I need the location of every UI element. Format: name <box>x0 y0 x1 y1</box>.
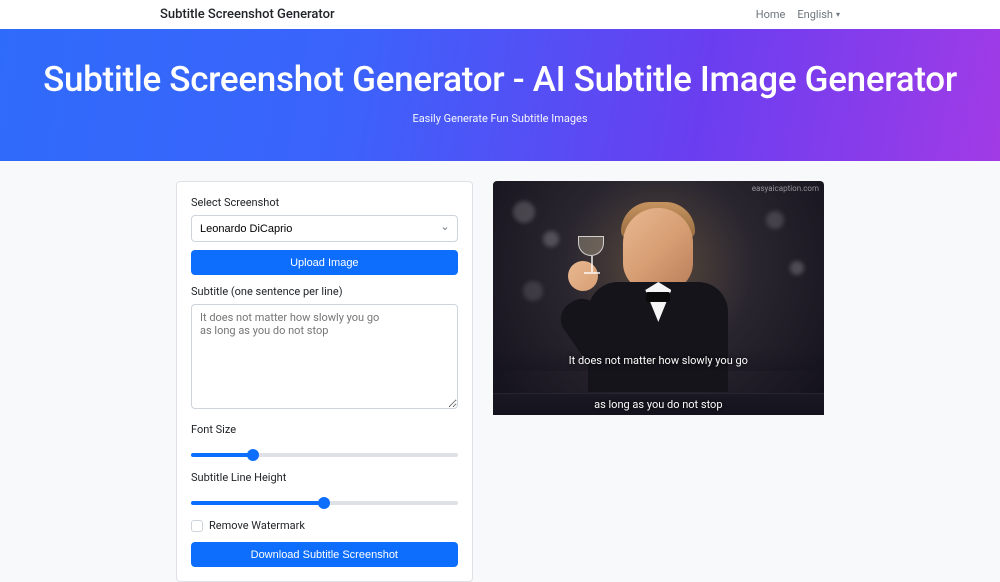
hero-title: Subtitle Screenshot Generator - AI Subti… <box>20 59 980 100</box>
glass-stem <box>591 256 593 272</box>
glass-icon <box>578 236 606 276</box>
screenshot-select[interactable]: Leonardo DiCaprio <box>191 215 458 242</box>
glass-bowl <box>578 236 604 256</box>
bokeh-icon <box>513 201 535 223</box>
bowtie-shape <box>646 292 670 302</box>
nav-home-link[interactable]: Home <box>756 8 786 21</box>
upload-image-button[interactable]: Upload Image <box>191 250 458 275</box>
bokeh-icon <box>523 281 543 301</box>
form-card: Select Screenshot Leonardo DiCaprio Uplo… <box>176 181 473 582</box>
language-dropdown[interactable]: English ▾ <box>797 8 840 21</box>
subtitle-label: Subtitle (one sentence per line) <box>191 285 458 298</box>
subtitle-textarea[interactable] <box>191 304 458 409</box>
select-screenshot-wrap: Leonardo DiCaprio <box>191 215 458 242</box>
navbar-brand[interactable]: Subtitle Screenshot Generator <box>160 7 335 22</box>
navbar-right: Home English ▾ <box>756 8 840 21</box>
bokeh-icon <box>543 231 559 247</box>
fontsize-slider[interactable] <box>191 453 458 457</box>
fontsize-group: Font Size <box>191 423 458 461</box>
hero-banner: Subtitle Screenshot Generator - AI Subti… <box>0 29 1000 161</box>
lineheight-label: Subtitle Line Height <box>191 471 458 484</box>
watermark-row: Remove Watermark <box>191 519 458 532</box>
bokeh-icon <box>790 261 804 275</box>
language-label: English <box>797 8 833 21</box>
subtitle-text-1: It does not matter how slowly you go <box>569 354 748 367</box>
watermark-text: easyaicaption.com <box>752 184 819 193</box>
select-screenshot-label: Select Screenshot <box>191 196 458 209</box>
subtitle-text-2: as long as you do not stop <box>594 398 722 411</box>
navbar: Subtitle Screenshot Generator Home Engli… <box>0 0 1000 29</box>
main-content: Select Screenshot Leonardo DiCaprio Uplo… <box>0 161 1000 582</box>
lineheight-group: Subtitle Line Height <box>191 471 458 509</box>
download-button[interactable]: Download Subtitle Screenshot <box>191 542 458 567</box>
preview-image: easyaicaption.com It does not matter how… <box>493 181 824 393</box>
remove-watermark-label: Remove Watermark <box>209 519 305 532</box>
subtitle-line-1: It does not matter how slowly you go <box>493 349 824 371</box>
head-shape <box>623 208 693 292</box>
preview-panel: easyaicaption.com It does not matter how… <box>493 181 824 582</box>
remove-watermark-checkbox[interactable] <box>191 520 203 532</box>
subtitle-line-2: as long as you do not stop <box>493 393 824 415</box>
bokeh-icon <box>766 211 784 229</box>
glass-base <box>584 272 600 274</box>
lineheight-slider[interactable] <box>191 501 458 505</box>
fontsize-label: Font Size <box>191 423 458 436</box>
hero-subtitle: Easily Generate Fun Subtitle Images <box>20 112 980 125</box>
chevron-down-icon: ▾ <box>836 10 840 19</box>
